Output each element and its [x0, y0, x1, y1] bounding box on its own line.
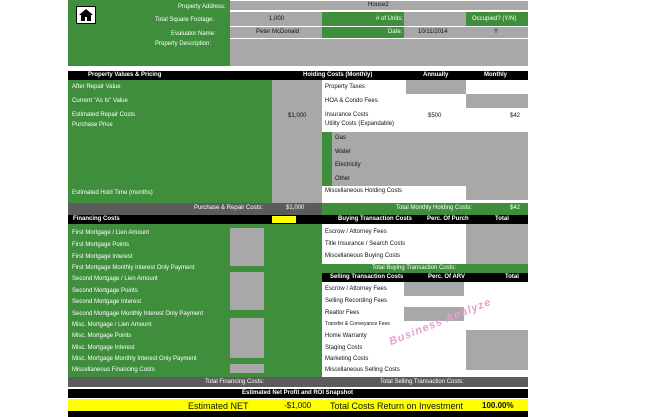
selling-header: Selling Transaction Costs	[330, 274, 404, 280]
home-icon[interactable]	[76, 6, 96, 24]
holding-header: Holding Costs (Monthly)	[303, 72, 373, 78]
fin-row-11: Misc. Mortgage Monthly Interest Only Pay…	[72, 356, 197, 362]
insurance-annual-value: $500	[428, 113, 442, 119]
repair-costs-label: Estimated Repair Costs	[72, 112, 136, 118]
financing-yellow-marker	[272, 216, 296, 223]
estimated-net-label: Estimated NET	[188, 401, 249, 411]
num-units-label: # of Units:	[376, 16, 404, 22]
buying-row-2: Miscellaneous Buying Costs	[325, 253, 401, 259]
property-taxes-label: Property Taxes	[325, 84, 365, 90]
buying-total-header: Total	[495, 216, 509, 222]
return-label: Total Costs Return on Investment	[330, 401, 464, 411]
purchase-repair-value: $1,000	[286, 205, 305, 211]
values-header: Property Values & Pricing	[88, 72, 162, 78]
fin-row-7: Second Mortgage Monthly Interest Only Pa…	[72, 311, 204, 317]
holding-total-value: $42	[510, 205, 521, 211]
buying-row-1: Title Insurance / Search Costs	[325, 241, 406, 247]
selling-row-0: Escrow / Attorney Fees	[325, 286, 387, 292]
purchase-price-label: Purchase Price	[72, 122, 113, 128]
num-units-field[interactable]	[404, 12, 466, 26]
fin-row-5: Second Mortgage Points	[72, 288, 138, 294]
misc-holding-input[interactable]	[466, 186, 528, 200]
buying-row-0: Escrow / Attorney Fees	[325, 229, 387, 235]
purchase-repair-label: Purchase & Repair Costs:	[194, 205, 264, 211]
date-value: 10/11/2014	[418, 29, 448, 35]
selling-row-4: Home Warranty	[325, 333, 367, 339]
gas-label: Gas	[335, 135, 347, 141]
property-taxes-annual[interactable]	[406, 80, 466, 94]
selling-total-label: Total Selling Transaction Costs:	[380, 379, 464, 385]
buying-perc-header: Perc. Of Purch	[427, 216, 469, 222]
holding-side	[322, 132, 332, 186]
financing-total-row	[68, 377, 322, 387]
selling-row-7: Miscellaneous Selling Costs	[325, 367, 400, 373]
hoa-label: HOA & Condo Fees	[325, 98, 378, 104]
electricity-label: Electricity	[335, 162, 361, 168]
utility-label: Utility Costs (Expandable)	[325, 121, 395, 127]
misc-mortgage-inputs[interactable]	[230, 318, 264, 358]
fin-row-3: First Mortgage Monthly Interest Only Pay…	[72, 265, 195, 271]
fin-row-0: First Mortgage / Lien Amount	[72, 230, 150, 236]
snapshot-bar-bottom	[68, 411, 528, 417]
monthly-header: Monthly	[484, 72, 507, 78]
selling-total-inputs[interactable]	[466, 330, 528, 370]
total-sqft-label: Total Square Footage:	[155, 17, 215, 23]
second-mortgage-inputs[interactable]	[230, 272, 264, 310]
insurance-monthly-value: $42	[510, 113, 521, 119]
evaluator-label: Evaluator Name:	[171, 31, 216, 37]
selling-perc-header: Perc. Of ARV	[428, 274, 466, 280]
snapshot-header: Estimated Net Profit and ROI Snapshot	[242, 390, 354, 396]
property-address-label: Property Address:	[178, 4, 226, 10]
occupied-label: Occupied? (Y/N)	[472, 16, 517, 22]
hoa-monthly[interactable]	[466, 94, 528, 108]
buying-perc-inputs[interactable]	[466, 224, 528, 264]
selling-row-2: Realtor Fees	[325, 310, 360, 316]
fin-row-12: Miscellaneous Financing Costs	[72, 367, 155, 373]
description-field[interactable]	[230, 39, 528, 66]
buying-total-label: Total Buying Transaction Costs:	[372, 265, 457, 271]
financing-total-label: Total Financing Costs:	[205, 379, 265, 385]
after-repair-label: After Repair Value	[72, 84, 121, 90]
insurance-label: Insurance Costs	[325, 112, 369, 118]
financing-header: Financing Costs	[73, 216, 120, 222]
values-input-column[interactable]	[272, 80, 322, 203]
description-label: Property Description:	[155, 41, 212, 47]
selling-total-header: Total	[505, 274, 519, 280]
total-sqft-value: 1,000	[269, 16, 285, 22]
first-mortgage-inputs[interactable]	[230, 228, 264, 266]
holding-total-label: Total Monthly Holding Costs:	[396, 205, 473, 211]
selling-row-6: Marketing Costs	[325, 356, 369, 362]
date-label: Date:	[388, 29, 403, 35]
property-address-value: House2	[368, 2, 389, 8]
fin-row-10: Misc. Mortgage Interest	[72, 345, 135, 351]
misc-financing-input[interactable]	[230, 364, 264, 373]
as-is-label: Current "As Is" Value	[72, 98, 128, 104]
annually-header: Annually	[423, 72, 449, 78]
selling-perc-input-0[interactable]	[404, 282, 464, 296]
fin-row-1: First Mortgage Points	[72, 242, 130, 248]
return-value: 100.00%	[482, 401, 514, 410]
fin-row-8: Misc. Mortgage / Lien Amount	[72, 322, 152, 328]
fin-row-4: Second Mortgage / Lien Amount	[72, 276, 158, 282]
water-label: Water	[335, 149, 351, 155]
other-label: Other	[335, 176, 351, 182]
occupied-value: Y	[494, 29, 499, 35]
misc-holding-label: Miscellaneous Holding Costs	[325, 188, 403, 194]
fin-row-2: First Mortgage Interest	[72, 254, 133, 260]
repair-costs-value: $1,000	[288, 113, 307, 119]
selling-row-5: Staging Costs	[325, 345, 363, 351]
selling-row-1: Selling Recording Fees	[325, 298, 388, 304]
fin-row-6: Second Mortgage Interest	[72, 299, 142, 305]
evaluator-value: Peter McDonald	[256, 29, 300, 35]
buying-header: Buying Transaction Costs	[338, 216, 413, 222]
estimated-net-value: -$1,000	[284, 401, 312, 410]
hold-time-label: Estimated Hold Time (months)	[72, 190, 153, 196]
fin-row-9: Misc. Mortgage Points	[72, 333, 132, 339]
holding-gray-block	[332, 132, 528, 186]
selling-row-3: Transfer & Conveyance Fees	[325, 321, 390, 327]
